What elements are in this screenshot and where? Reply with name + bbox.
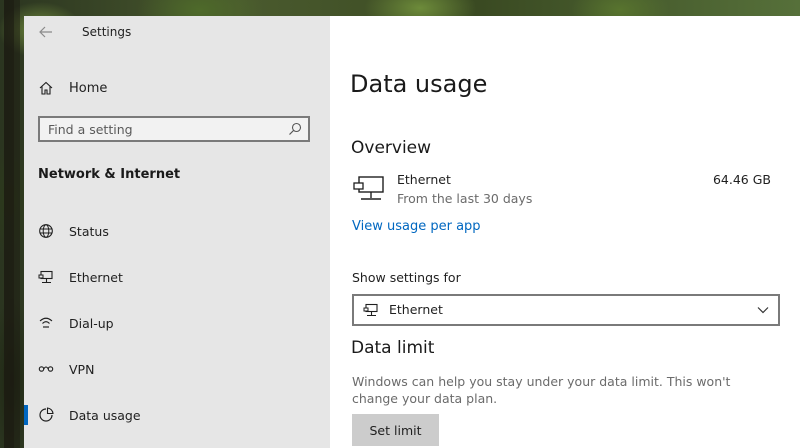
data-limit-heading: Data limit xyxy=(351,338,435,358)
data-usage-icon xyxy=(39,407,54,422)
sidebar-item-data-usage[interactable]: Data usage xyxy=(24,399,330,431)
sidebar-item-label: Dial-up xyxy=(69,315,114,331)
sidebar-item-status[interactable]: Status xyxy=(24,215,330,247)
data-limit-description: Windows can help you stay under your dat… xyxy=(352,374,731,406)
sidebar-item-vpn[interactable]: VPN xyxy=(24,353,330,385)
vpn-icon xyxy=(38,366,54,372)
network-name: Ethernet xyxy=(397,172,451,187)
globe-icon xyxy=(39,224,53,238)
search-field[interactable] xyxy=(38,116,310,142)
sidebar-item-label: Status xyxy=(69,223,109,239)
search-input[interactable] xyxy=(48,120,278,138)
ethernet-icon xyxy=(38,270,53,284)
usage-total: 64.46 GB xyxy=(712,172,771,187)
tree-trunk xyxy=(4,0,14,448)
search-icon[interactable] xyxy=(288,122,302,136)
window-title: Settings xyxy=(82,25,132,39)
home-nav-item[interactable]: Home xyxy=(38,78,308,98)
dialup-icon xyxy=(39,317,53,328)
tree-trunk xyxy=(14,0,20,448)
selection-indicator xyxy=(24,405,28,425)
network-select[interactable]: Ethernet xyxy=(352,294,780,326)
section-heading: Network & Internet xyxy=(38,167,181,182)
overview-heading: Overview xyxy=(351,138,432,158)
chevron-down-icon xyxy=(757,307,769,314)
ethernet-icon xyxy=(353,176,384,200)
show-settings-label: Show settings for xyxy=(352,270,461,285)
usage-period: From the last 30 days xyxy=(397,191,533,206)
page-title: Data usage xyxy=(350,70,488,98)
set-limit-button[interactable]: Set limit xyxy=(352,414,439,446)
ethernet-icon xyxy=(363,303,378,317)
settings-sidebar: Settings Home Network & Internet Status xyxy=(24,16,330,448)
network-select-value: Ethernet xyxy=(389,302,443,317)
sidebar-item-dialup[interactable]: Dial-up xyxy=(24,307,330,339)
sidebar-item-label: Ethernet xyxy=(69,269,123,285)
main-content: Data usage Overview Ethernet From the la… xyxy=(330,16,800,448)
back-button[interactable] xyxy=(38,24,54,40)
sidebar-item-label: VPN xyxy=(69,361,95,377)
home-label: Home xyxy=(69,80,108,96)
desktop-background: Settings Home Network & Internet Status xyxy=(0,0,800,448)
back-arrow-icon xyxy=(39,26,52,38)
view-usage-per-app-link[interactable]: View usage per app xyxy=(352,219,481,234)
sidebar-item-label: Data usage xyxy=(69,407,141,423)
sidebar-item-ethernet[interactable]: Ethernet xyxy=(24,261,330,293)
home-icon xyxy=(39,81,53,95)
